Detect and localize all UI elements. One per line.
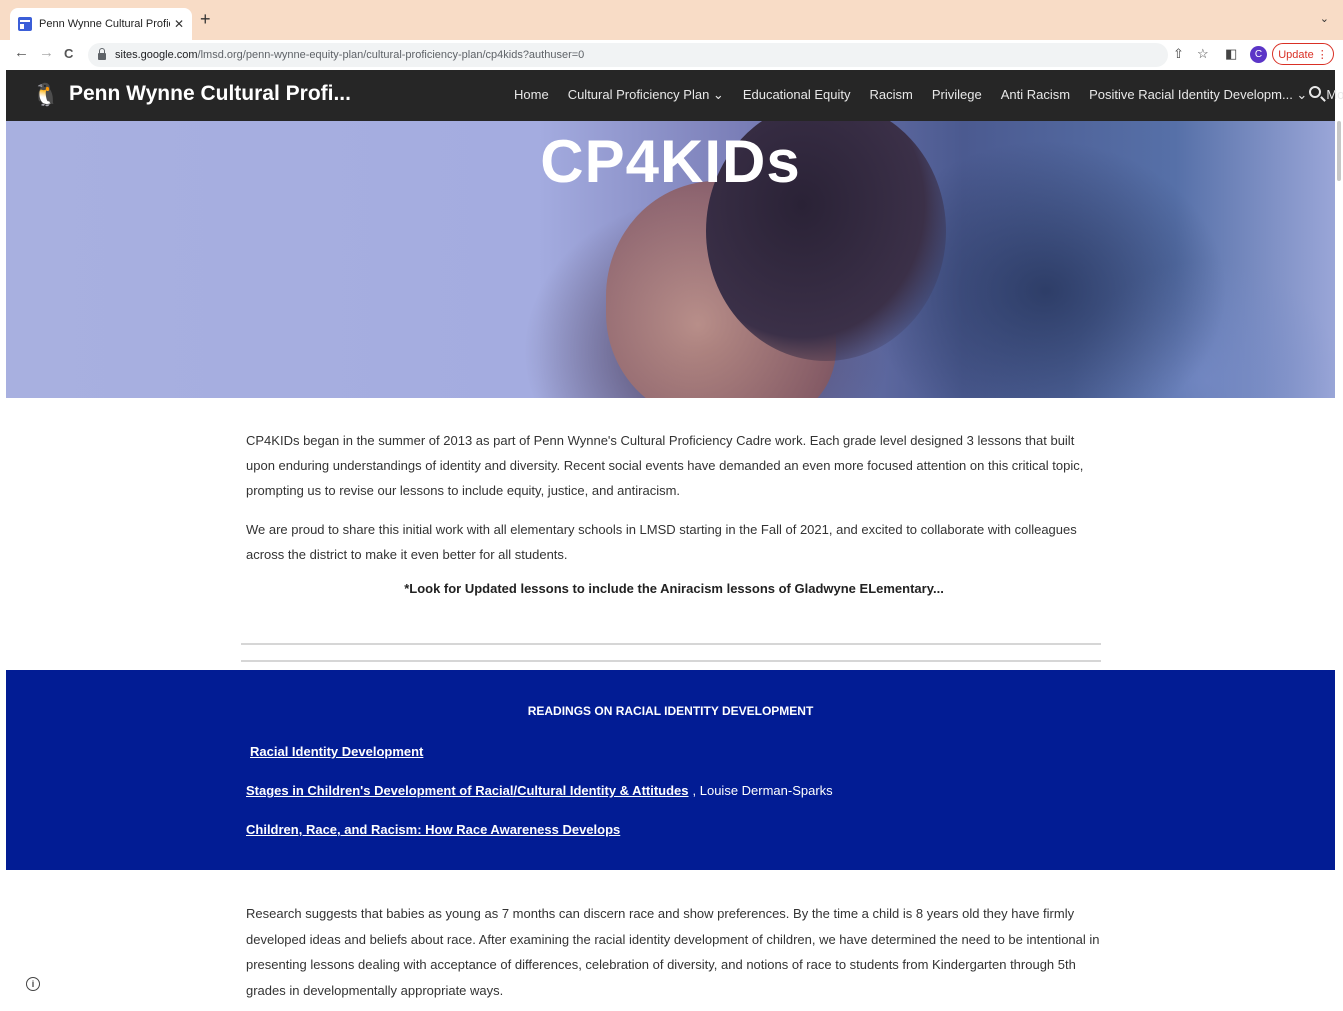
link-stages-childrens-development[interactable]: Stages in Children's Development of Raci… <box>246 783 833 798</box>
nav-cultural-proficiency-plan[interactable]: Cultural Proficiency Plan ⌄ <box>568 87 724 103</box>
search-icon[interactable] <box>1309 86 1321 98</box>
url-path: /lmsd.org/penn-wynne-equity-plan/cultura… <box>197 49 585 61</box>
browser-tabstrip: Penn Wynne Cultural Proficien ✕ + ⌄ <box>0 0 1343 40</box>
page-title: CP4KIDs <box>540 128 801 195</box>
site-nav: Home Cultural Proficiency Plan ⌄ Educati… <box>514 87 1343 103</box>
info-icon[interactable]: i <box>26 977 40 991</box>
nav-privilege[interactable]: Privilege <box>932 87 982 103</box>
page-scrollbar[interactable] <box>1337 121 1341 181</box>
profile-avatar[interactable]: C <box>1250 46 1267 63</box>
updated-lessons-note: *Look for Updated lessons to include the… <box>404 581 944 596</box>
side-panel-icon[interactable]: ◧ <box>1225 46 1237 62</box>
nav-positive-racial-identity[interactable]: Positive Racial Identity Developm... ⌄ <box>1089 87 1307 103</box>
url-host: sites.google.com <box>115 49 198 61</box>
nav-educational-equity[interactable]: Educational Equity <box>743 87 851 103</box>
forward-button[interactable]: → <box>39 44 54 61</box>
reload-button[interactable]: C <box>64 46 73 61</box>
url-text[interactable]: sites.google.com/lmsd.org/penn-wynne-equ… <box>115 49 584 61</box>
site-header: 🐧 Penn Wynne Cultural Profi... Home Cult… <box>6 70 1343 121</box>
readings-heading: READINGS ON RACIAL IDENTITY DEVELOPMENT <box>527 704 814 718</box>
lock-icon[interactable] <box>98 48 106 60</box>
nav-home[interactable]: Home <box>514 87 549 103</box>
nav-anti-racism[interactable]: Anti Racism <box>1001 87 1070 103</box>
link-children-race-racism[interactable]: Children, Race, and Racism: How Race Awa… <box>246 822 620 837</box>
browser-tab[interactable]: Penn Wynne Cultural Proficien ✕ <box>10 8 192 40</box>
intro-section: CP4KIDs began in the summer of 2013 as p… <box>246 428 1102 596</box>
share-icon[interactable]: ⇧ <box>1173 46 1184 62</box>
nav-racism[interactable]: Racism <box>870 87 913 103</box>
new-tab-button[interactable]: + <box>200 9 211 30</box>
reading-link-label[interactable]: Stages in Children's Development of Raci… <box>246 783 689 798</box>
tab-close-icon[interactable]: ✕ <box>174 17 184 31</box>
link-racial-identity-development[interactable]: Racial Identity Development <box>250 744 423 759</box>
reading-link-label[interactable]: Children, Race, and Racism: How Race Awa… <box>246 822 620 837</box>
reading-author: , Louise Derman-Sparks <box>692 783 833 798</box>
back-button[interactable]: ← <box>14 44 29 61</box>
tab-search-chevron-icon[interactable]: ⌄ <box>1320 12 1329 25</box>
nav-more[interactable]: More ⌄ <box>1326 87 1343 103</box>
intro-paragraph: CP4KIDs began in the summer of 2013 as p… <box>246 433 1084 498</box>
tab-title: Penn Wynne Cultural Proficien <box>39 18 170 30</box>
browser-toolbar: ← → C sites.google.com/lmsd.org/penn-wyn… <box>0 40 1343 70</box>
bookmark-star-icon[interactable]: ☆ <box>1197 46 1209 62</box>
google-sites-favicon-icon <box>18 17 32 31</box>
divider <box>241 660 1101 662</box>
divider <box>241 643 1101 645</box>
reading-link-label[interactable]: Racial Identity Development <box>250 744 423 759</box>
readings-section: READINGS ON RACIAL IDENTITY DEVELOPMENT … <box>6 670 1335 870</box>
hero-banner: CP4KIDs <box>6 121 1335 398</box>
address-bar[interactable]: sites.google.com/lmsd.org/penn-wynne-equ… <box>88 43 1168 67</box>
intro-paragraph: We are proud to share this initial work … <box>246 522 1077 562</box>
research-paragraph: Research suggests that babies as young a… <box>246 906 1100 998</box>
penguin-icon[interactable]: 🐧 <box>32 82 59 108</box>
update-button[interactable]: Update ⋮ <box>1272 43 1334 65</box>
site-title[interactable]: Penn Wynne Cultural Profi... <box>69 82 351 106</box>
